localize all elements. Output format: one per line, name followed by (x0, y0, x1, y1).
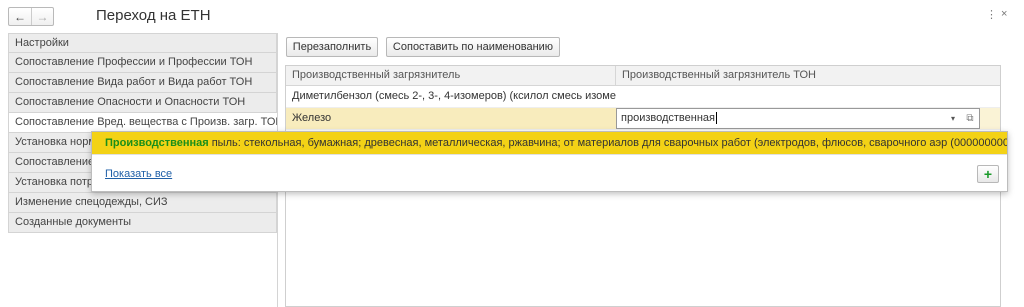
sidebar-item-documents[interactable]: Созданные документы (8, 213, 277, 233)
close-icon[interactable]: × (1001, 8, 1007, 20)
sidebar-item-settings[interactable]: Настройки (8, 33, 277, 53)
sidebar-item-professions[interactable]: Сопоставление Профессии и Профессии ТОН (8, 53, 277, 73)
add-plus-icon[interactable]: + (977, 165, 999, 183)
sidebar-item-work-types[interactable]: Сопоставление Вида работ и Вида работ ТО… (8, 73, 277, 93)
more-menu-icon[interactable]: ⋮ (986, 8, 997, 21)
nav-buttons: ← → (8, 7, 54, 26)
cell-pollutant: Диметилбензол (смесь 2-, 3-, 4-изомеров)… (292, 90, 616, 102)
pollutant-ton-input[interactable]: производственная ▾ ⧉ (616, 108, 980, 129)
sidebar-item-hazards[interactable]: Сопоставление Опасности и Опасности ТОН (8, 93, 277, 113)
suggestion-rest-text: пыль: стекольная, бумажная; древесная, м… (208, 137, 1007, 149)
sidebar-item-pollutants[interactable]: Сопоставление Вред. вещества с Произв. з… (8, 113, 277, 133)
suggestion-match-text: Производственная (105, 137, 209, 149)
autocomplete-popup: Производственная пыль: стекольная, бумаж… (91, 131, 1008, 192)
show-all-link[interactable]: Показать все (105, 168, 172, 180)
refill-button[interactable]: Перезаполнить (286, 37, 378, 57)
match-by-name-button[interactable]: Сопоставить по наименованию (386, 37, 560, 57)
open-item-icon[interactable]: ⧉ (962, 109, 978, 128)
sidebar-item-workwear[interactable]: Изменение спецодежды, СИЗ (8, 193, 277, 213)
forward-arrow-icon[interactable]: → (31, 8, 53, 25)
column-header-pollutant-ton[interactable]: Производственный загрязнитель ТОН (616, 66, 816, 85)
table-row[interactable]: Диметилбензол (смесь 2-, 3-, 4-изомеров)… (286, 86, 1000, 108)
column-header-pollutant[interactable]: Производственный загрязнитель (286, 66, 616, 85)
cell-pollutant-ton (616, 86, 622, 107)
dropdown-arrow-icon[interactable]: ▾ (945, 109, 961, 128)
title-bar: ← → Переход на ЕТН ⋮ × (0, 0, 1024, 32)
cell-pollutant: Железо (286, 108, 616, 129)
suggestion-item[interactable]: Производственная пыль: стекольная, бумаж… (92, 132, 1007, 154)
popup-footer: Показать все + (92, 154, 1007, 193)
table-row-selected[interactable]: Железо производственная ▾ ⧉ (286, 108, 1000, 130)
text-caret (716, 112, 717, 125)
back-arrow-icon[interactable]: ← (9, 8, 31, 25)
page-title: Переход на ЕТН (96, 7, 211, 24)
table-header: Производственный загрязнитель Производст… (286, 66, 1000, 86)
input-value: производственная (621, 112, 715, 124)
